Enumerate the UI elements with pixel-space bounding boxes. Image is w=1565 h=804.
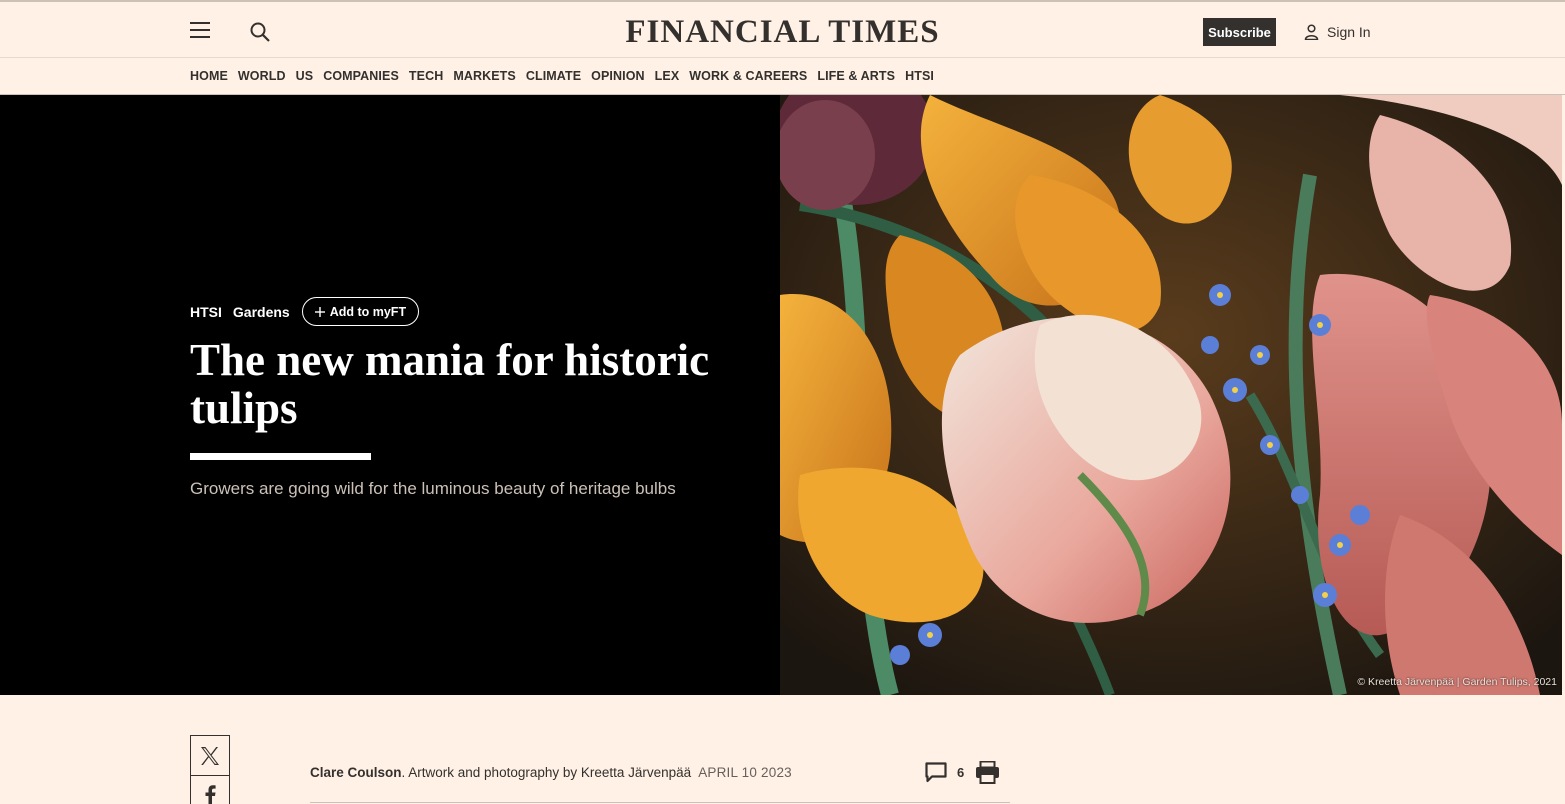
- author-link[interactable]: Clare Coulson: [310, 765, 402, 780]
- tag-gardens[interactable]: Gardens: [233, 304, 290, 320]
- article-tags: HTSI Gardens Add to myFT: [190, 297, 420, 326]
- nav-item-us[interactable]: US: [296, 69, 314, 83]
- user-icon: [1304, 24, 1319, 40]
- byline: Clare Coulson. Artwork and photography b…: [310, 765, 792, 780]
- subscribe-button[interactable]: Subscribe: [1203, 18, 1276, 46]
- nav-item-tech[interactable]: TECH: [409, 69, 443, 83]
- article-headline: The new mania for historic tulips: [190, 335, 710, 433]
- comment-icon: [925, 762, 947, 783]
- article-standfirst: Growers are going wild for the luminous …: [190, 479, 676, 498]
- headline-rule: [190, 453, 371, 460]
- print-icon: [976, 760, 999, 784]
- hero-image: © Kreetta Järvenpää | Garden Tulips, 202…: [780, 95, 1562, 695]
- tag-htsi[interactable]: HTSI: [190, 304, 222, 320]
- tulip-artwork: [780, 95, 1562, 695]
- sign-in-label: Sign In: [1327, 24, 1371, 40]
- print-button[interactable]: [975, 760, 1000, 789]
- add-to-myft-button[interactable]: Add to myFT: [301, 297, 420, 326]
- nav-item-lex[interactable]: LEX: [655, 69, 680, 83]
- nav-item-companies[interactable]: COMPANIES: [323, 69, 399, 83]
- nav-item-markets[interactable]: MARKETS: [453, 69, 516, 83]
- x-twitter-icon: [201, 746, 219, 765]
- comments-button[interactable]: 6: [925, 762, 964, 783]
- byline-divider: [310, 802, 1010, 803]
- publish-date: APRIL 10 2023: [698, 765, 792, 780]
- share-tools: [190, 735, 230, 804]
- share-facebook-button[interactable]: [191, 775, 229, 804]
- sign-in-link[interactable]: Sign In: [1304, 22, 1371, 42]
- facebook-icon: [205, 785, 216, 804]
- nav-item-world[interactable]: WORLD: [238, 69, 286, 83]
- nav-item-home[interactable]: HOME: [190, 69, 228, 83]
- image-credit: © Kreetta Järvenpää | Garden Tulips, 202…: [1357, 676, 1557, 688]
- nav-item-opinion[interactable]: OPINION: [591, 69, 644, 83]
- search-icon[interactable]: [249, 21, 271, 43]
- byline-credit: . Artwork and photography by Kreetta Jär…: [401, 765, 692, 780]
- nav-list: HOME WORLD US COMPANIES TECH MARKETS CLI…: [190, 69, 934, 83]
- add-to-myft-label: Add to myFT: [329, 304, 407, 319]
- nav-item-climate[interactable]: CLIMATE: [526, 69, 581, 83]
- menu-icon[interactable]: [190, 22, 210, 40]
- section-nav: HOME WORLD US COMPANIES TECH MARKETS CLI…: [0, 58, 1565, 95]
- comment-count: 6: [957, 765, 965, 780]
- plus-icon: [314, 306, 325, 317]
- nav-item-life-arts[interactable]: LIFE & ARTS: [817, 69, 895, 83]
- top-header: FINANCIAL TIMES Subscribe Sign In: [0, 0, 1565, 58]
- nav-item-htsi[interactable]: HTSI: [905, 69, 934, 83]
- share-x-button[interactable]: [191, 736, 229, 775]
- nav-item-work-careers[interactable]: WORK & CAREERS: [689, 69, 807, 83]
